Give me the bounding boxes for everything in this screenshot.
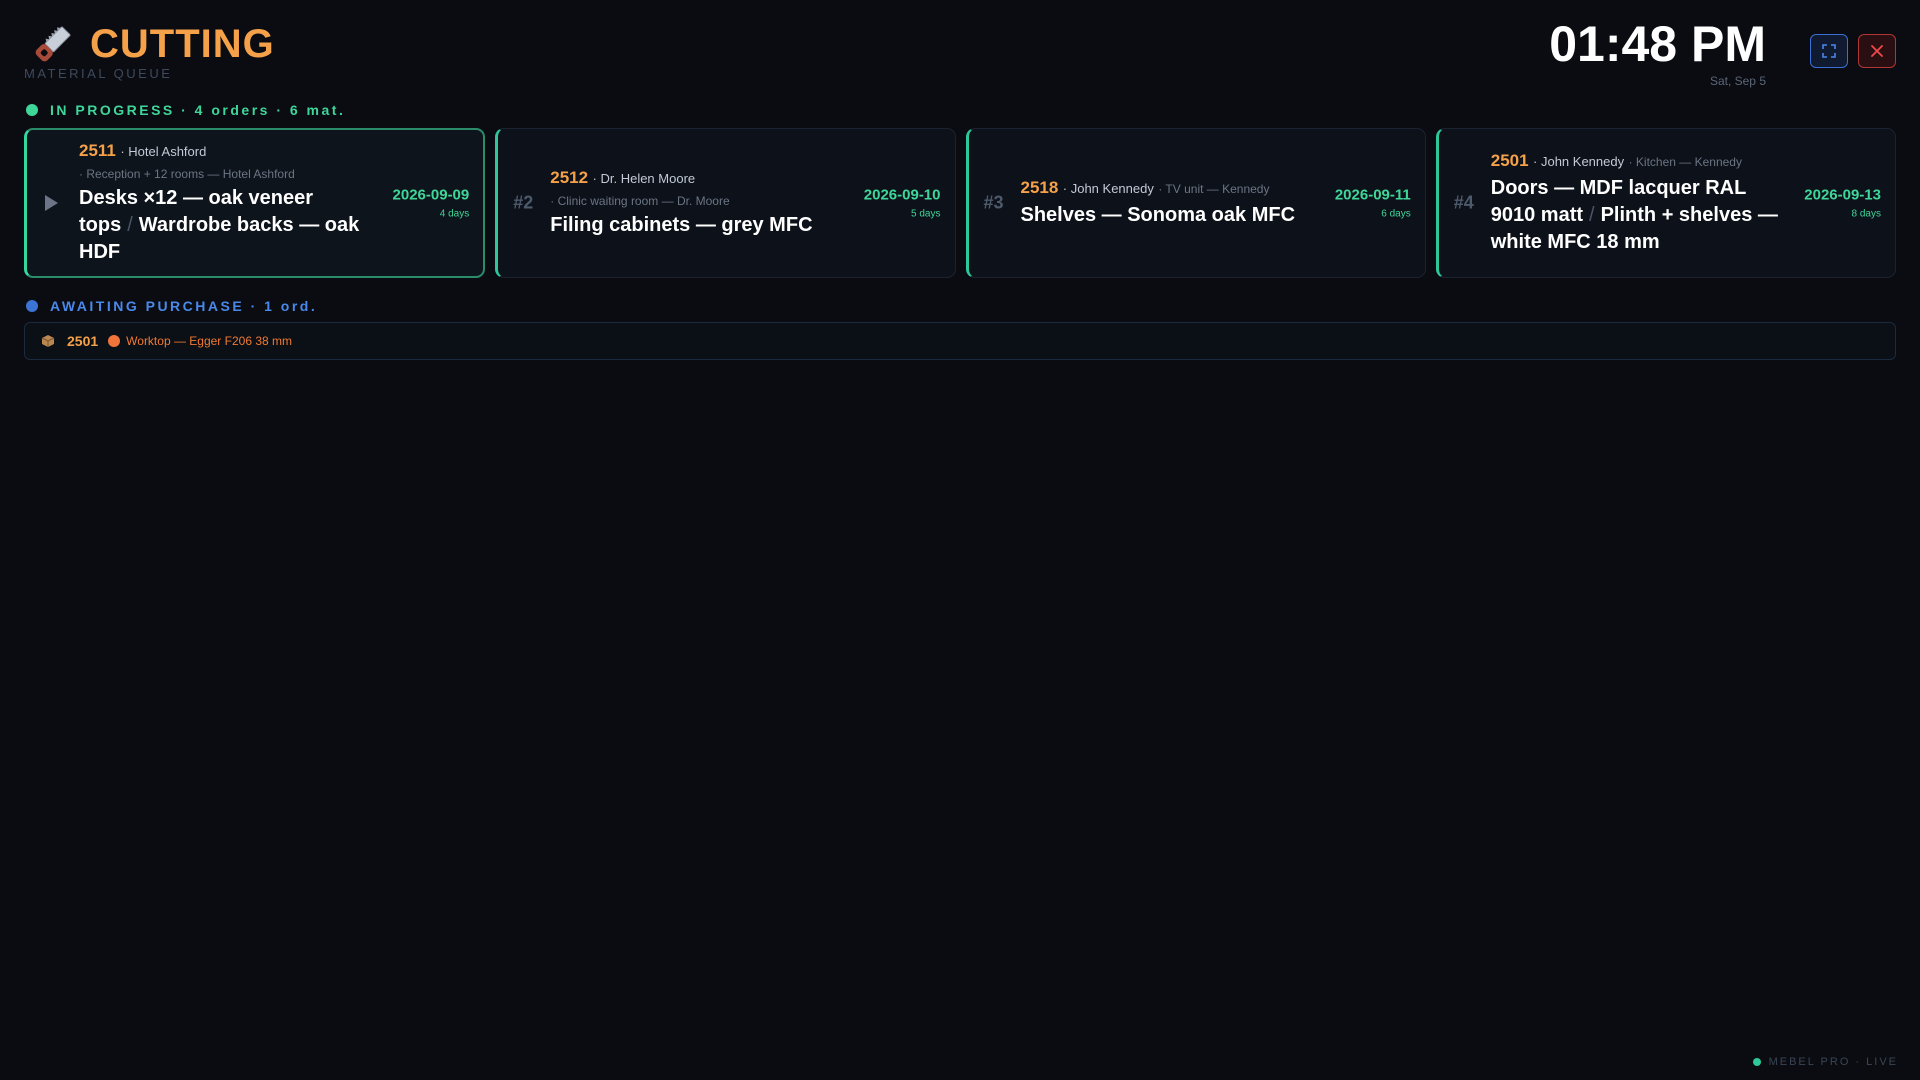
header: CUTTING MATERIAL QUEUE 01:48 PM Sat, Sep… [24, 14, 1896, 88]
in-progress-cards: 2511 · Hotel Ashford · Reception + 12 ro… [24, 128, 1896, 278]
order-card[interactable]: 2511 · Hotel Ashford · Reception + 12 ro… [24, 128, 486, 278]
material-item: Worktop — Egger F206 38 mm [126, 334, 292, 348]
status-dot [26, 300, 38, 312]
due-date: 2026-09-09 [392, 186, 470, 204]
awaiting-row[interactable]: 2501 Worktop — Egger F206 38 mm [24, 322, 1896, 360]
separator: / [1589, 203, 1595, 226]
page-subtitle: MATERIAL QUEUE [24, 66, 173, 81]
order-card[interactable]: #3 2518 · John Kennedy · TV unit — Kenne… [965, 128, 1426, 278]
due-date: 2026-09-11 [1334, 186, 1411, 204]
play-icon [45, 195, 58, 211]
due-block: 2026-09-13 8 days [1804, 187, 1881, 220]
status-dot [26, 104, 38, 116]
card-meta: 2512 · Dr. Helen Moore [550, 168, 839, 189]
client-name: · Dr. Helen Moore [592, 170, 696, 186]
clock: 01:48 PM [1549, 16, 1766, 72]
materials: Doors — MDF lacquer RAL 9010 matt / Plinth… [1491, 175, 1780, 256]
queue-index: #3 [983, 192, 1004, 213]
clock-block: 01:48 PM Sat, Sep 5 [1549, 16, 1766, 88]
queue-index: #2 [513, 192, 534, 213]
queue-index: #4 [1453, 192, 1474, 213]
separator: / [127, 213, 133, 236]
project-name: · Reception + 12 rooms — Hotel Ashford [79, 166, 295, 181]
saw-icon [35, 26, 71, 61]
due-days: 6 days [1381, 208, 1411, 220]
in-progress-label: IN PROGRESS · 4 orders · 6 mat. [50, 102, 346, 118]
order-number: 2518 [1020, 177, 1059, 197]
card-meta: 2518 · John Kennedy · TV unit — Kennedy [1021, 178, 1310, 199]
awaiting-header: AWAITING PURCHASE · 1 ord. [26, 298, 317, 314]
footer-label: MEBEL PRO · LIVE [1768, 1056, 1898, 1068]
client-name: · Hotel Ashford [120, 143, 207, 159]
card-body: 2511 · Hotel Ashford · Reception + 12 ro… [79, 130, 368, 276]
due-days: 5 days [911, 208, 941, 220]
order-card[interactable]: #4 2501 · John Kennedy · Kitchen — Kenne… [1435, 128, 1896, 278]
due-block: 2026-09-10 5 days [864, 187, 941, 220]
fullscreen-button[interactable] [1810, 34, 1848, 68]
order-number: 2501 [67, 333, 99, 349]
due-date: 2026-09-10 [863, 186, 941, 204]
order-card[interactable]: #2 2512 · Dr. Helen Moore · Clinic waiti… [495, 128, 956, 278]
client-name: · John Kennedy [1533, 153, 1625, 169]
awaiting-label: AWAITING PURCHASE · 1 ord. [50, 298, 318, 314]
card-meta: 2501 · John Kennedy · Kitchen — Kennedy [1491, 151, 1780, 172]
fullscreen-icon [1822, 44, 1836, 58]
card-meta: 2511 · Hotel Ashford [79, 141, 368, 162]
material-item: Filing cabinets — grey MFC [550, 213, 813, 236]
due-date: 2026-09-13 [1804, 186, 1881, 204]
materials: Shelves — Sonoma oak MFC [1021, 202, 1310, 229]
live-dot [1752, 1058, 1761, 1066]
footer-status: MEBEL PRO · LIVE [1752, 1056, 1898, 1068]
brand: CUTTING [30, 22, 275, 67]
order-number: 2501 [1490, 150, 1529, 170]
package-icon [41, 335, 55, 347]
order-number: 2511 [79, 140, 116, 160]
project-name: · Clinic waiting room — Dr. Moore [550, 193, 730, 208]
clock-date: Sat, Sep 5 [1709, 74, 1766, 88]
card-body: 2501 · John Kennedy · Kitchen — Kennedy … [1491, 129, 1780, 277]
due-block: 2026-09-11 6 days [1335, 187, 1411, 220]
status-dot [108, 335, 121, 347]
page-title: CUTTING [90, 22, 275, 66]
in-progress-header: IN PROGRESS · 4 orders · 6 mat. [26, 102, 345, 118]
due-days: 4 days [439, 208, 470, 220]
project-name: · Kitchen — Kennedy [1628, 154, 1742, 169]
client-name: · John Kennedy [1062, 180, 1154, 196]
project-name: · TV unit — Kennedy [1158, 181, 1270, 196]
card-body: 2512 · Dr. Helen Moore · Clinic waiting … [550, 129, 839, 277]
order-number: 2512 [550, 167, 589, 187]
materials: Desks ×12 — oak veneer tops / Wardrobe bac… [79, 185, 368, 266]
material-item: Shelves — Sonoma oak MFC [1020, 203, 1296, 226]
materials: Filing cabinets — grey MFC [550, 212, 839, 239]
close-icon [1871, 45, 1883, 57]
card-body: 2518 · John Kennedy · TV unit — Kennedy … [1021, 129, 1310, 277]
due-days: 8 days [1851, 208, 1881, 220]
close-button[interactable] [1858, 34, 1896, 68]
due-block: 2026-09-09 4 days [393, 187, 470, 220]
